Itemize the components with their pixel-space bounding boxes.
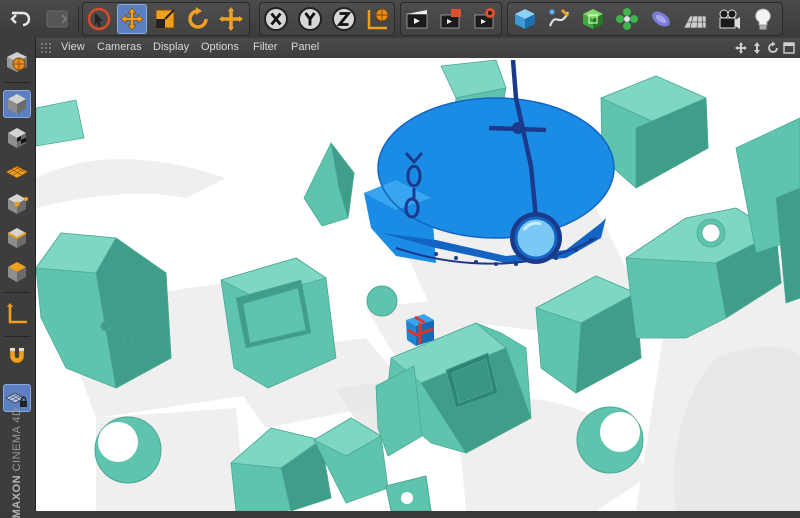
- light-icon[interactable]: [748, 4, 778, 34]
- make-editable-icon[interactable]: [3, 48, 31, 76]
- lock-x-icon[interactable]: [261, 4, 291, 34]
- viewport-menu-bar: View Cameras Display Options Filter Pane…: [36, 38, 800, 59]
- edges-mode-icon[interactable]: [3, 224, 31, 252]
- maximize-view-icon[interactable]: [782, 41, 796, 55]
- spline-pen-icon[interactable]: [544, 4, 574, 34]
- zoom-view-icon[interactable]: [750, 41, 764, 55]
- snap-magnet-icon[interactable]: [3, 342, 31, 370]
- scale-icon[interactable]: [150, 4, 180, 34]
- subdivision-icon[interactable]: [578, 4, 608, 34]
- polygons-mode-icon[interactable]: [3, 258, 31, 286]
- ring-left: [94, 416, 162, 484]
- live-selection-icon[interactable]: [84, 4, 114, 34]
- brand-maxon: MAXON: [11, 474, 23, 518]
- menu-view[interactable]: View: [61, 41, 85, 53]
- coordinate-system-icon[interactable]: [363, 4, 393, 34]
- move-icon[interactable]: [117, 4, 147, 34]
- array-icon[interactable]: [612, 4, 642, 34]
- perspective-viewport[interactable]: View Cameras Display Options Filter Pane…: [36, 38, 800, 511]
- pan-view-icon[interactable]: [734, 41, 748, 55]
- main-toolbar: [0, 0, 800, 39]
- render-picture-viewer-icon[interactable]: [436, 4, 466, 34]
- maxon-cinema4d-logo: MAXON CINEMA 4D: [2, 408, 32, 518]
- deformer-icon[interactable]: [646, 4, 676, 34]
- floor-icon[interactable]: [680, 4, 710, 34]
- redo-icon[interactable]: [42, 4, 72, 34]
- menu-panel[interactable]: Panel: [291, 41, 319, 53]
- menu-display[interactable]: Display: [153, 41, 189, 53]
- menu-cameras[interactable]: Cameras: [97, 41, 142, 53]
- cube-primitive-icon[interactable]: [510, 4, 540, 34]
- model-mode-icon[interactable]: [3, 90, 31, 118]
- transform-icon[interactable]: [216, 4, 246, 34]
- workplane-mode-icon[interactable]: [3, 156, 31, 184]
- scene-canvas[interactable]: [36, 58, 800, 511]
- mode-palette: MAXON CINEMA 4D: [0, 38, 36, 518]
- rotate-view-icon[interactable]: [766, 41, 780, 55]
- undo-icon[interactable]: [6, 4, 36, 34]
- ring-right: [576, 406, 644, 474]
- axis-mode-icon[interactable]: [3, 300, 31, 328]
- menu-filter[interactable]: Filter: [253, 41, 277, 53]
- lock-z-icon[interactable]: [329, 4, 359, 34]
- render-settings-icon[interactable]: [470, 4, 500, 34]
- texture-mode-icon[interactable]: [3, 124, 31, 152]
- viewport-grip-icon[interactable]: [40, 42, 52, 54]
- rotate-icon[interactable]: [183, 4, 213, 34]
- lock-y-icon[interactable]: [295, 4, 325, 34]
- menu-options[interactable]: Options: [201, 41, 239, 53]
- gift-box: [406, 314, 434, 346]
- brand-cinema4d: CINEMA 4D: [11, 407, 23, 472]
- camera-icon[interactable]: [714, 4, 744, 34]
- render-view-icon[interactable]: [402, 4, 432, 34]
- points-mode-icon[interactable]: [3, 190, 31, 218]
